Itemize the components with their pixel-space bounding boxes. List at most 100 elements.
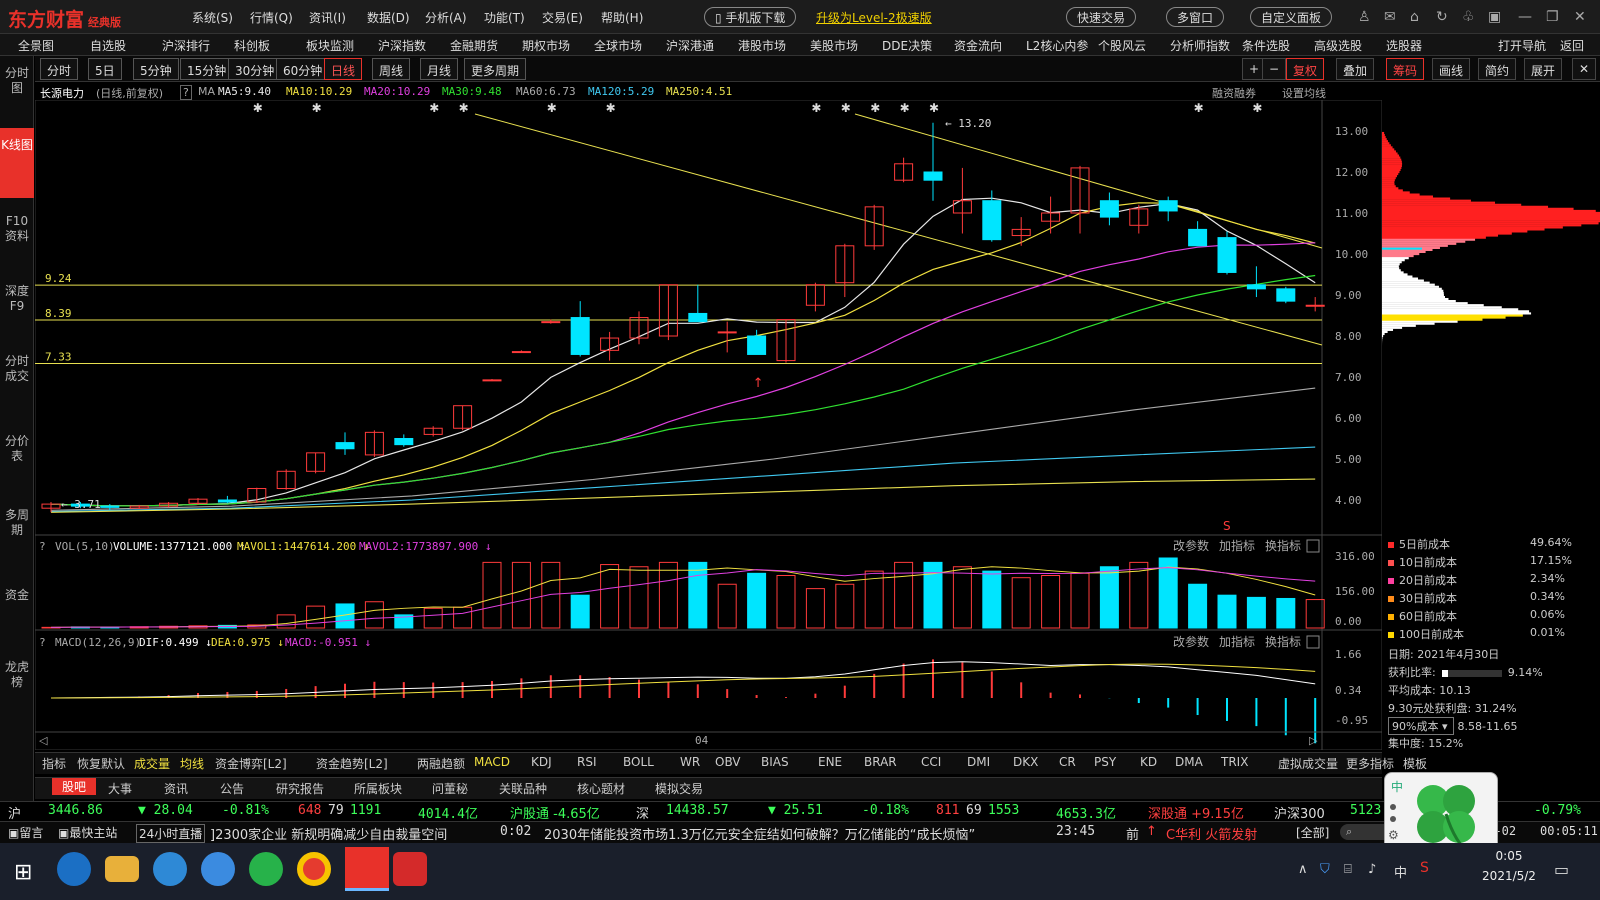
multi-window-button[interactable]: 多窗口 xyxy=(1166,7,1225,27)
info-tab-1[interactable]: 大事 xyxy=(108,780,132,797)
period-more[interactable]: 更多周期 xyxy=(464,58,527,80)
nav-advanced-pick[interactable]: 高级选股 xyxy=(1314,37,1362,54)
tray-ime[interactable]: 中 xyxy=(1394,862,1407,881)
cost90-select[interactable]: 90%成本 ▾ xyxy=(1388,717,1454,735)
file-explorer-icon[interactable] xyxy=(105,856,139,882)
nav-back[interactable]: 返回 xyxy=(1560,37,1584,54)
indicator-tab-25[interactable]: 更多指标 xyxy=(1346,755,1394,772)
indicator-tab-3[interactable]: 均线 xyxy=(180,755,204,772)
tab-dragon-tiger[interactable]: 龙虎榜 xyxy=(0,660,34,720)
mail-icon[interactable]: ✉ xyxy=(1384,9,1396,25)
indicator-tab-8[interactable]: KDJ xyxy=(531,755,552,769)
nav-analyst-index[interactable]: 分析师指数 xyxy=(1170,37,1230,54)
period-monthly[interactable]: 月线 xyxy=(420,58,459,80)
news-item-2[interactable]: 2030年储能投资市场1.3万亿元安全症结如何破解？万亿储能的“成长烦恼” xyxy=(544,824,975,843)
restore-icon[interactable]: ❐ xyxy=(1546,9,1559,25)
menu-data[interactable]: 数据(D) xyxy=(367,9,410,26)
chip-button[interactable]: 筹码 xyxy=(1386,58,1425,80)
info-tab-8[interactable]: 核心题材 xyxy=(577,780,625,797)
fastest-site-button[interactable]: ▣最快主站 xyxy=(58,824,117,841)
period-intraday[interactable]: 分时 xyxy=(40,58,79,80)
nav-panorama[interactable]: 全景图 xyxy=(18,37,54,54)
indicator-tab-15[interactable]: BRAR xyxy=(864,755,897,769)
minimize-icon[interactable]: — xyxy=(1518,9,1532,25)
nav-watchlist[interactable]: 自选股 xyxy=(90,37,126,54)
indicator-tab-6[interactable]: 两融趋额 xyxy=(417,755,465,772)
indicator-tab-18[interactable]: DKX xyxy=(1013,755,1038,769)
indicator-tab-20[interactable]: PSY xyxy=(1094,755,1116,769)
zoom-out-button[interactable]: − xyxy=(1262,58,1287,80)
taskbar-clock[interactable]: 0:05 2021/5/2 xyxy=(1474,846,1544,886)
nav-futures[interactable]: 金融期货 xyxy=(450,37,498,54)
nav-hk[interactable]: 港股市场 xyxy=(738,37,786,54)
info-tab-6[interactable]: 问董秘 xyxy=(432,780,468,797)
nav-fund-flow[interactable]: 资金流向 xyxy=(954,37,1002,54)
news-prev[interactable]: 前 xyxy=(1126,824,1139,843)
tray-volume-icon[interactable]: ♪ xyxy=(1368,862,1376,877)
sogou-icon[interactable] xyxy=(201,852,235,886)
draw-line-button[interactable]: 画线 xyxy=(1432,58,1471,80)
edge-browser-icon[interactable] xyxy=(57,852,91,886)
message-button[interactable]: ▣留言 xyxy=(8,824,43,841)
live-24h-button[interactable]: 24小时直播 xyxy=(136,824,206,843)
eastmoney-taskbar-icon[interactable] xyxy=(345,847,389,891)
info-tab-3[interactable]: 公告 xyxy=(220,780,244,797)
tray-shield-icon[interactable]: ⛉ xyxy=(1320,862,1330,877)
nav-connect[interactable]: 沪深港通 xyxy=(666,37,714,54)
chrome-icon[interactable] xyxy=(297,852,331,886)
nav-dde[interactable]: DDE决策 xyxy=(882,37,932,54)
nav-star-market[interactable]: 科创板 xyxy=(234,37,270,54)
tab-depth-f9[interactable]: 深度F9 xyxy=(0,284,34,344)
ie-browser-icon[interactable] xyxy=(153,852,187,886)
mobile-download-button[interactable]: ▯ 手机版下载 xyxy=(704,7,797,27)
home-icon[interactable]: ⌂ xyxy=(1410,9,1419,25)
tab-funds[interactable]: 资金 xyxy=(0,588,34,628)
menu-trade[interactable]: 交易(E) xyxy=(542,9,583,26)
menu-function[interactable]: 功能(T) xyxy=(484,9,525,26)
period-5min[interactable]: 5分钟 xyxy=(133,58,179,80)
ticker-szgt[interactable]: 深股通 +9.15亿 xyxy=(1148,803,1244,822)
indicator-tab-16[interactable]: CCI xyxy=(921,755,941,769)
indicator-tab-5[interactable]: 资金趋势[L2] xyxy=(316,755,388,772)
info-tab-2[interactable]: 资讯 xyxy=(164,780,188,797)
indicator-tab-23[interactable]: TRIX xyxy=(1221,755,1248,769)
indicator-tab-14[interactable]: ENE xyxy=(818,755,842,769)
news-tip[interactable]: C华利 火箭发射 xyxy=(1166,824,1257,843)
nav-stock-wind[interactable]: 个股风云 xyxy=(1098,37,1146,54)
menu-analysis[interactable]: 分析(A) xyxy=(425,9,467,26)
windows-start-icon[interactable]: ⊞ xyxy=(14,860,32,885)
indicator-tab-22[interactable]: DMA xyxy=(1175,755,1203,769)
indicator-tab-10[interactable]: BOLL xyxy=(623,755,654,769)
tab-multi-period[interactable]: 多周期 xyxy=(0,508,34,568)
expand-button[interactable]: 展开 xyxy=(1524,58,1563,80)
nav-condition-pick[interactable]: 条件选股 xyxy=(1242,37,1290,54)
indicator-tab-9[interactable]: RSI xyxy=(577,755,597,769)
period-60min[interactable]: 60分钟 xyxy=(276,58,330,80)
overlay-button[interactable]: 叠加 xyxy=(1336,58,1375,80)
nav-global[interactable]: 全球市场 xyxy=(594,37,642,54)
info-tab-9[interactable]: 模拟交易 xyxy=(655,780,703,797)
indicator-tab-26[interactable]: 模板 xyxy=(1403,755,1427,772)
indicator-tab-17[interactable]: DMI xyxy=(967,755,990,769)
ma-settings[interactable]: 设置均线 xyxy=(1282,85,1326,101)
tray-network-icon[interactable]: ⌸ xyxy=(1344,862,1352,877)
help-icon[interactable]: ? xyxy=(180,85,192,100)
period-5day[interactable]: 5日 xyxy=(88,58,122,80)
info-tab-4[interactable]: 研究报告 xyxy=(276,780,324,797)
wps-icon[interactable] xyxy=(393,852,427,886)
custom-panel-button[interactable]: 自定义面板 xyxy=(1250,7,1333,27)
period-15min[interactable]: 15分钟 xyxy=(180,58,234,80)
refresh-icon[interactable]: ↻ xyxy=(1436,9,1448,25)
margin-link[interactable]: 融资融券 xyxy=(1212,85,1256,101)
upgrade-link[interactable]: 升级为Level-2极速版 xyxy=(816,9,932,26)
simple-button[interactable]: 简约 xyxy=(1478,58,1517,80)
tray-chevron-icon[interactable]: ∧ xyxy=(1298,862,1308,877)
nav-options[interactable]: 期权市场 xyxy=(522,37,570,54)
ticker-sgt[interactable]: 沪股通 -4.65亿 xyxy=(510,803,600,822)
news-all[interactable]: [全部] xyxy=(1296,824,1329,841)
browser-360-icon[interactable] xyxy=(249,852,283,886)
nav-us[interactable]: 美股市场 xyxy=(810,37,858,54)
menu-quotes[interactable]: 行情(Q) xyxy=(250,9,293,26)
ticker-sz-index[interactable]: 14438.57 xyxy=(666,803,729,818)
indicator-tab-1[interactable]: 恢复默认 xyxy=(77,755,125,772)
